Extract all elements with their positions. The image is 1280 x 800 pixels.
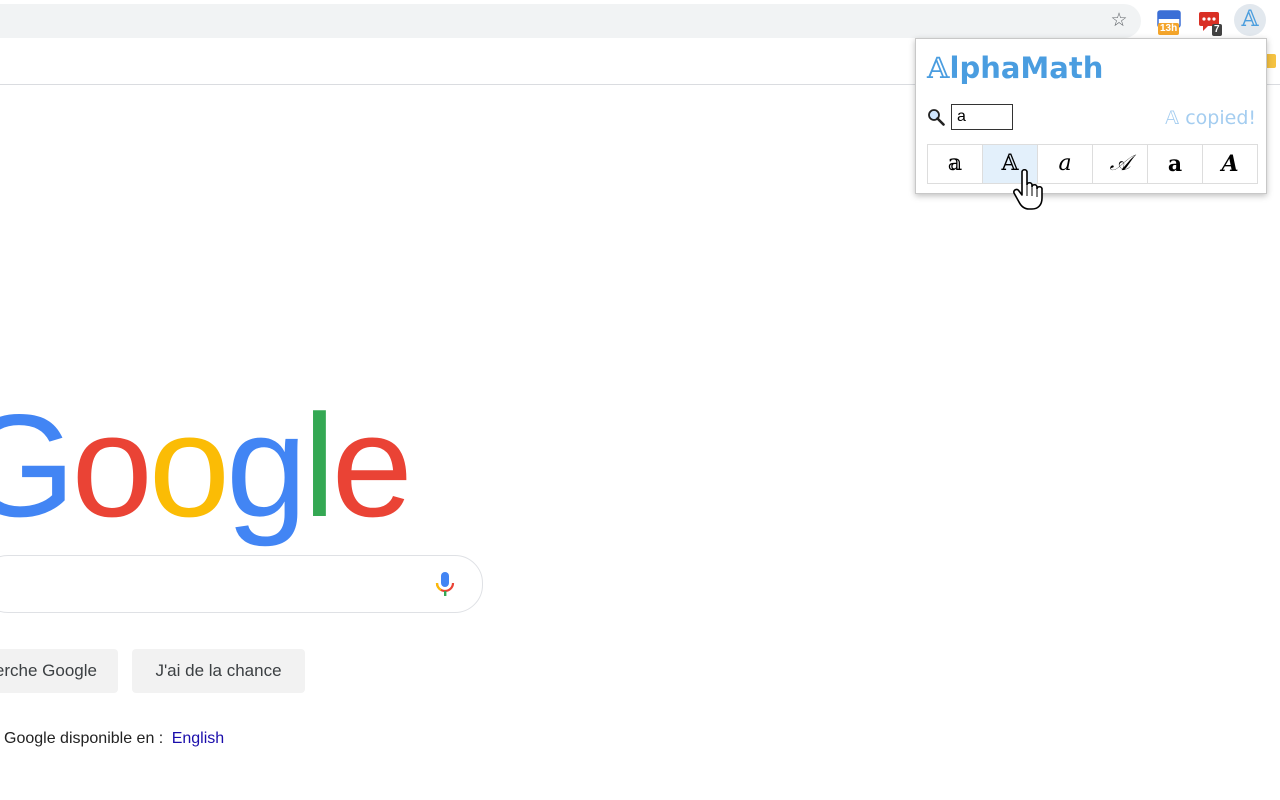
glyph-bold[interactable]: a — [1148, 145, 1203, 183]
logo-letter: G — [0, 384, 76, 547]
glyph-double-struck[interactable]: 𝔸 — [983, 145, 1038, 183]
star-icon[interactable]: ☆ — [1108, 9, 1130, 31]
alphamath-extension-icon[interactable]: 𝔸 — [1234, 4, 1266, 36]
calendar-extension-icon[interactable]: 13h — [1156, 7, 1184, 35]
logo-letter: o — [148, 384, 230, 547]
google-logo: Google — [0, 384, 413, 547]
search-icon — [927, 108, 945, 126]
glyph-results: 𝕒 𝔸 a 𝒜 a A — [927, 144, 1258, 184]
logo-letter: g — [225, 384, 307, 547]
popup-title: 𝔸lphaMath — [927, 51, 1104, 85]
alphamath-popup: 𝔸lphaMath 𝔸 copied! 𝕒 𝔸 a 𝒜 a A — [915, 38, 1267, 194]
logo-letter: o — [71, 384, 153, 547]
microphone-icon[interactable] — [433, 570, 457, 598]
logo-letter: l — [303, 384, 336, 547]
symbol-search-input[interactable] — [951, 104, 1013, 130]
lucky-button[interactable]: J'ai de la chance — [132, 649, 305, 693]
messages-extension-icon[interactable]: 7 — [1198, 7, 1226, 36]
glyph-bold-italic[interactable]: A — [1203, 145, 1257, 183]
address-bar[interactable] — [0, 4, 1141, 38]
logo-letter: e — [331, 384, 413, 547]
google-search-button[interactable]: erche Google — [0, 649, 118, 693]
language-prefix: Google disponible en : — [4, 730, 164, 747]
copied-status: 𝔸 copied! — [1165, 107, 1256, 129]
language-offer: Google disponible en : English — [4, 730, 224, 748]
glyph-italic[interactable]: a — [1038, 145, 1093, 183]
google-search-input[interactable] — [0, 555, 483, 613]
english-link[interactable]: English — [172, 730, 224, 747]
glyph-double-struck-lower[interactable]: 𝕒 — [928, 145, 983, 183]
messages-badge: 7 — [1212, 24, 1222, 36]
calendar-badge: 13h — [1158, 23, 1180, 35]
glyph-script[interactable]: 𝒜 — [1093, 145, 1148, 183]
